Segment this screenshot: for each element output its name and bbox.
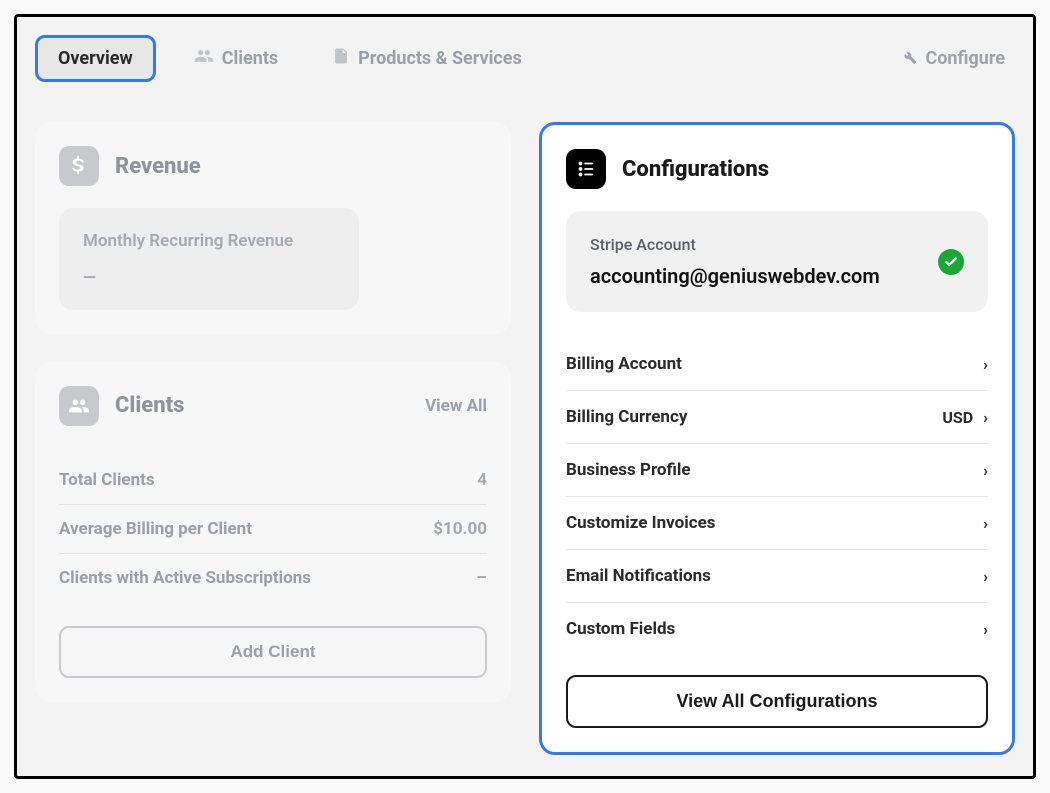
stat-value: – — [476, 568, 487, 588]
clients-view-all[interactable]: View All — [425, 396, 487, 416]
revenue-card: Revenue Monthly Recurring Revenue — — [35, 122, 511, 334]
tab-overview[interactable]: Overview — [35, 35, 156, 82]
chevron-right-icon: › — [983, 620, 988, 639]
config-row-label: Custom Fields — [566, 619, 675, 639]
clients-stats: Total Clients 4 Average Billing per Clie… — [59, 456, 487, 602]
stripe-account-box[interactable]: Stripe Account accounting@geniuswebdev.c… — [566, 211, 988, 312]
tab-clients[interactable]: Clients — [178, 36, 294, 81]
dollar-icon — [59, 146, 99, 186]
left-column: Revenue Monthly Recurring Revenue — Clie… — [35, 122, 511, 755]
config-row-billing-account[interactable]: Billing Account › — [566, 338, 988, 391]
config-row-business-profile[interactable]: Business Profile › — [566, 444, 988, 497]
tab-products-label: Products & Services — [358, 48, 522, 69]
config-row-label: Billing Currency — [566, 407, 687, 427]
stat-label: Clients with Active Subscriptions — [59, 568, 311, 588]
content-area: Revenue Monthly Recurring Revenue — Clie… — [17, 82, 1033, 773]
mrr-label: Monthly Recurring Revenue — [83, 230, 335, 254]
config-row-label: Business Profile — [566, 460, 691, 480]
revenue-title: Revenue — [115, 154, 201, 179]
add-client-button[interactable]: Add Client — [59, 626, 487, 678]
config-row-email-notifications[interactable]: Email Notifications › — [566, 550, 988, 603]
view-all-configurations-label: View All Configurations — [676, 691, 877, 711]
configure-label: Configure — [925, 48, 1005, 69]
mrr-card: Monthly Recurring Revenue — — [59, 208, 359, 310]
config-row-value: USD — [942, 408, 973, 427]
chevron-right-icon: › — [983, 355, 988, 374]
clients-icon — [194, 46, 214, 71]
clients-card: Clients View All Total Clients 4 Average… — [35, 362, 511, 702]
configurations-title: Configurations — [622, 157, 769, 182]
app-frame: Overview Clients Products & Services Con… — [14, 14, 1036, 779]
stat-row: Clients with Active Subscriptions – — [59, 553, 487, 602]
check-icon — [938, 249, 964, 275]
config-row-label: Email Notifications — [566, 566, 711, 586]
tab-clients-label: Clients — [222, 48, 278, 69]
stat-value: $10.00 — [433, 519, 487, 539]
config-row-customize-invoices[interactable]: Customize Invoices › — [566, 497, 988, 550]
stripe-label: Stripe Account — [590, 235, 926, 254]
configurations-icon — [566, 149, 606, 189]
configure-link[interactable]: Configure — [899, 47, 1015, 70]
stat-row: Total Clients 4 — [59, 456, 487, 504]
config-row-billing-currency[interactable]: Billing Currency USD › — [566, 391, 988, 444]
stripe-email: accounting@geniuswebdev.com — [590, 264, 926, 288]
config-row-label: Billing Account — [566, 354, 682, 374]
wrench-icon — [899, 47, 917, 70]
mrr-value: — — [83, 268, 335, 288]
topbar: Overview Clients Products & Services Con… — [17, 17, 1033, 82]
config-row-label: Customize Invoices — [566, 513, 716, 533]
clients-card-icon — [59, 386, 99, 426]
chevron-right-icon: › — [983, 408, 988, 427]
config-row-custom-fields[interactable]: Custom Fields › — [566, 603, 988, 655]
clients-title: Clients — [115, 393, 184, 418]
configurations-panel: Configurations Stripe Account accounting… — [539, 122, 1015, 755]
chevron-right-icon: › — [983, 461, 988, 480]
chevron-right-icon: › — [983, 567, 988, 586]
stat-row: Average Billing per Client $10.00 — [59, 504, 487, 553]
add-client-label: Add Client — [231, 642, 316, 661]
products-icon — [332, 47, 350, 70]
stat-label: Total Clients — [59, 470, 155, 490]
tab-overview-label: Overview — [58, 48, 133, 69]
view-all-configurations-button[interactable]: View All Configurations — [566, 675, 988, 728]
chevron-right-icon: › — [983, 514, 988, 533]
stat-value: 4 — [477, 470, 487, 490]
stat-label: Average Billing per Client — [59, 519, 252, 539]
tab-products[interactable]: Products & Services — [316, 37, 538, 80]
right-column: Configurations Stripe Account accounting… — [539, 122, 1015, 755]
